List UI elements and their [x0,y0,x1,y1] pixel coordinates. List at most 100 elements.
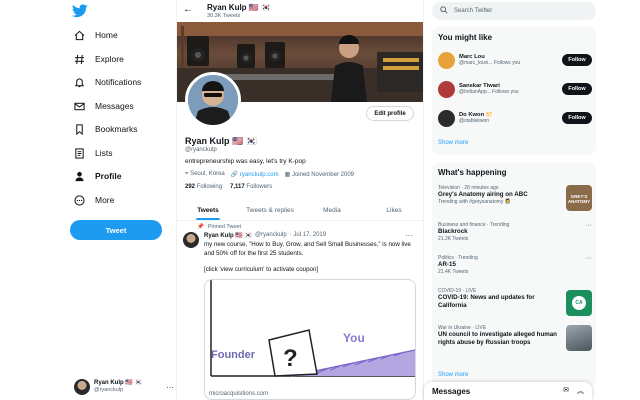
nav-explore-label: Explore [95,54,124,64]
profile-avatar[interactable] [185,72,241,128]
nav-home[interactable]: Home [74,27,118,43]
follows-you-badge: Follows you [492,89,519,95]
twitter-logo-icon[interactable] [72,4,88,18]
following-label: Following [196,184,223,190]
trend-item[interactable]: Business and finance · Trending Blackroc… [438,222,592,248]
trend-more-icon[interactable]: ··· [585,255,592,262]
suggestion-handle: @IndianApp... [459,89,491,95]
suggestion-item[interactable]: Sanskar Tiwari @IndianApp... Follows you … [438,79,592,99]
avatar [74,379,90,395]
tweet-button[interactable]: Tweet [70,220,162,240]
profile-website[interactable]: ryanckulp.com [240,172,279,178]
header-name: Ryan Kulp 🇺🇸 🇰🇷 [207,3,271,12]
nav-bookmarks-label: Bookmarks [95,124,138,134]
trend-thumbnail: CA [566,290,592,316]
suggestion-handle: @stablekwon [459,118,490,124]
pinned-label: Pinned Tweet [207,224,242,230]
suggestion-handle: @marc_louvi... [459,60,493,66]
trend-item[interactable]: COVID-19 · LIVE COVID-19: News and updat… [438,288,592,318]
back-arrow-icon[interactable]: ← [183,4,193,15]
account-switcher[interactable]: Ryan Kulp 🇺🇸 🇰🇷 @ryanckulp ··· [74,376,174,398]
follow-button[interactable]: Follow [562,112,592,124]
tab-media[interactable]: Media [301,201,363,220]
card-label-founder: Founder [211,349,256,361]
trend-more-icon[interactable]: ··· [585,222,592,229]
more-dots-icon: ··· [166,382,174,392]
profile-name: Ryan Kulp 🇺🇸 🇰🇷 [185,136,257,146]
tweet-more-icon[interactable]: ··· [405,231,413,240]
nav-more[interactable]: More [74,192,114,208]
avatar [438,51,455,69]
tab-tweets[interactable]: Tweets [177,201,239,220]
profile-location: Seoul, Korea [190,171,225,177]
follows-you-badge: Follows you [493,60,521,66]
trend-item[interactable]: Politics · Trending AR-15 21.4K Tweets ·… [438,255,592,281]
bookmark-icon [74,123,85,135]
whats-happening-panel: What's happening Television · 28 minutes… [432,162,596,387]
link-icon: 🔗 [230,172,239,178]
joined-item: ▦ Joined November 2009 [285,171,354,178]
suggestion-item[interactable]: Marc Lou @marc_louvi... Follows you Follo… [438,50,592,70]
search-input[interactable]: Search Twitter [432,2,596,20]
trend-subtitle: 21.2K Tweets [438,235,469,242]
followers-label: Followers [246,184,273,190]
course-card-image: Founder You ? [205,280,415,390]
followers-count: 7,117 [230,184,245,190]
banner-person-image [331,35,367,102]
following-count: 292 [185,184,196,190]
trend-subtitle: 21.4K Tweets [438,268,469,275]
profile-bio: entrepreneurship was easy, let's try K-p… [185,158,306,165]
nav-notifications[interactable]: Notifications [74,74,141,90]
new-message-icon[interactable]: ✉ [563,386,569,396]
ca-badge: CA [572,296,586,310]
trend-item[interactable]: War in Ukraine · LIVE UN council to inve… [438,325,592,365]
following-link[interactable]: 292 Following [185,184,222,190]
tweet-author-name[interactable]: Ryan Kulp 🇺🇸 🇰🇷 [204,232,252,239]
profile-header-bar: ← Ryan Kulp 🇺🇸 🇰🇷 30.3K Tweets [177,0,423,22]
list-icon [74,147,85,159]
nav-explore[interactable]: Explore [74,51,124,67]
followers-link[interactable]: 7,117 Followers [230,184,272,190]
nav-home-label: Home [95,30,118,40]
header-tweet-count: 30.3K Tweets [207,13,241,19]
avatar [438,80,455,98]
messages-title: Messages [432,386,471,396]
suggestion-item[interactable]: Do Kwon 🌕 @stablekwon Follow [438,108,592,128]
trend-title: AR-15 [438,261,456,268]
chevron-up-icon[interactable]: ︽ [577,386,584,396]
trend-title: Grey's Anatomy airing on ABC [438,191,528,198]
trend-thumbnail: GREY'S ANATOMY [566,185,592,211]
who-to-follow-panel: You might like Marc Lou @marc_louvi... Fo… [432,26,596,155]
bell-icon [74,77,85,88]
account-name: Ryan Kulp 🇺🇸 🇰🇷 [94,380,142,386]
profile-column: ← Ryan Kulp 🇺🇸 🇰🇷 30.3K Tweets Edit prof… [176,0,424,400]
nav-messages-label: Messages [95,101,134,111]
tweet-text: my new course, "How to Buy, Grow, and Se… [204,241,411,257]
tweet-date[interactable]: · Jul 17, 2019 [290,232,326,239]
follow-button[interactable]: Follow [562,54,592,66]
follow-button[interactable]: Follow [562,83,592,95]
pinned-indicator: 📌 Pinned Tweet [197,224,241,230]
tab-likes[interactable]: Likes [363,201,423,220]
tweet-header: Ryan Kulp 🇺🇸 🇰🇷 @ryanckulp · Jul 17, 201… [204,232,326,239]
nav-bookmarks[interactable]: Bookmarks [74,121,138,137]
nav-messages[interactable]: Messages [74,98,134,114]
nav-profile[interactable]: Profile [74,168,121,184]
website-item[interactable]: 🔗 ryanckulp.com [231,171,279,178]
card-question-mark: ? [283,345,298,372]
trend-item[interactable]: Television · 28 minutes ago Grey's Anato… [438,185,592,215]
whats-happening-title: What's happening [438,168,507,177]
tweet-avatar[interactable] [183,232,199,248]
edit-profile-button[interactable]: Edit profile [366,106,414,121]
pin-icon: 📌 [197,224,204,230]
follow-stats: 292 Following 7,117 Followers [185,184,272,190]
show-more-link[interactable]: Show more [438,372,468,378]
nav-lists[interactable]: Lists [74,145,112,161]
nav-lists-label: Lists [95,148,113,158]
messages-drawer[interactable]: Messages ✉ ︽ [424,382,592,400]
right-sidebar: Search Twitter You might like Marc Lou @m… [424,0,640,400]
profile-joined: Joined November 2009 [291,172,354,178]
show-more-link[interactable]: Show more [438,140,468,146]
tweet-link-card[interactable]: Founder You ? microacquisitions.com [204,279,416,400]
tab-tweets-replies[interactable]: Tweets & replies [239,201,301,220]
